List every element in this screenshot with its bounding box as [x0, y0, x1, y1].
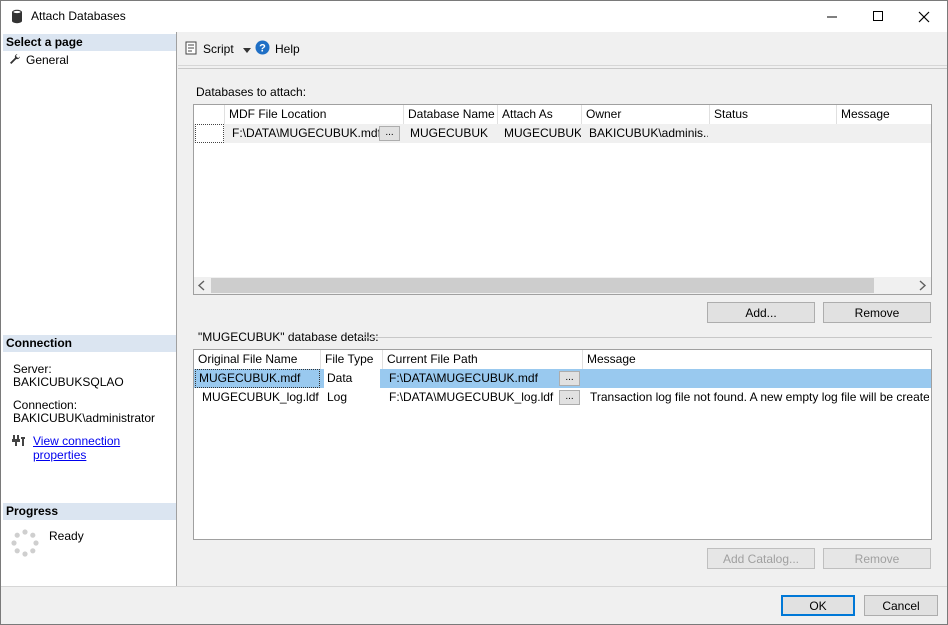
- table-row[interactable]: MUGECUBUK.mdf Data F:\DATA\MUGECUBUK.mdf…: [194, 369, 931, 388]
- column-header-mdf-file-location[interactable]: MDF File Location: [225, 105, 404, 124]
- original-file-name-cell[interactable]: MUGECUBUK.mdf: [195, 369, 320, 388]
- details-separator: [361, 337, 932, 338]
- browse-file-path-button[interactable]: ...: [559, 371, 580, 386]
- maximize-button[interactable]: [855, 1, 901, 32]
- progress-status: Ready: [49, 529, 84, 543]
- column-header-attach-as[interactable]: Attach As: [498, 105, 582, 124]
- scrollbar-thumb[interactable]: [211, 278, 874, 293]
- message-cell: Transaction log file not found. A new em…: [590, 390, 929, 404]
- database-details-label: "MUGECUBUK" database details:: [198, 330, 379, 344]
- databases-grid[interactable]: MDF File Location Database Name Attach A…: [193, 104, 932, 295]
- connection-properties-icon: [12, 434, 26, 450]
- remove-file-button[interactable]: Remove: [823, 548, 931, 569]
- server-label: Server:: [13, 362, 52, 376]
- database-icon: [11, 9, 23, 27]
- column-header-message[interactable]: Message: [583, 350, 931, 369]
- table-row[interactable]: MUGECUBUK_log.ldf Log F:\DATA\MUGECUBUK_…: [194, 388, 931, 407]
- database-name-cell[interactable]: MUGECUBUK: [407, 124, 497, 143]
- script-label: Script: [203, 42, 234, 56]
- file-type-cell[interactable]: Log: [324, 388, 380, 407]
- original-file-name-cell[interactable]: MUGECUBUK_log.ldf: [199, 388, 321, 407]
- owner-cell[interactable]: BAKICUBUK\adminis...: [586, 124, 708, 143]
- left-pane: Select a page General Connection Server:…: [1, 32, 177, 586]
- column-header-current-file-path[interactable]: Current File Path: [383, 350, 583, 369]
- browse-file-path-button[interactable]: ...: [559, 390, 580, 405]
- help-label: Help: [275, 42, 300, 56]
- window-title: Attach Databases: [31, 9, 126, 23]
- message-cell: [587, 369, 927, 388]
- column-header-row-selector: [194, 105, 225, 124]
- connection-header: Connection: [3, 335, 176, 352]
- column-header-database-name[interactable]: Database Name: [404, 105, 498, 124]
- current-file-path-cell[interactable]: F:\DATA\MUGECUBUK_log.ldf: [386, 388, 556, 407]
- scroll-right-arrow-icon[interactable]: [916, 280, 928, 291]
- add-database-button[interactable]: Add...: [707, 302, 815, 323]
- details-grid[interactable]: Original File Name File Type Current Fil…: [193, 349, 932, 540]
- remove-database-button[interactable]: Remove: [823, 302, 931, 323]
- current-file-path-cell[interactable]: F:\DATA\MUGECUBUK.mdf: [386, 369, 556, 388]
- attach-as-cell[interactable]: MUGECUBUK: [501, 124, 581, 143]
- page-item-general[interactable]: General: [9, 52, 69, 68]
- column-header-message[interactable]: Message: [837, 105, 931, 124]
- select-page-header: Select a page: [3, 34, 176, 51]
- script-button[interactable]: Script: [184, 40, 251, 58]
- message-cell: [840, 124, 930, 143]
- wrench-icon: [9, 53, 23, 68]
- script-icon: [184, 41, 198, 58]
- connection-value: BAKICUBUK\administrator: [13, 411, 156, 425]
- general-page-content: Databases to attach: MDF File Location D…: [178, 68, 947, 586]
- minimize-button[interactable]: [809, 1, 855, 32]
- close-button[interactable]: [901, 1, 947, 32]
- column-header-original-file-name[interactable]: Original File Name: [194, 350, 321, 369]
- dropdown-arrow-icon: [242, 42, 251, 56]
- cancel-button[interactable]: Cancel: [864, 595, 938, 616]
- mdf-file-location-cell[interactable]: F:\DATA\MUGECUBUK.mdf: [229, 124, 379, 143]
- column-header-owner[interactable]: Owner: [582, 105, 710, 124]
- view-connection-properties-link[interactable]: View connection properties: [33, 434, 176, 462]
- databases-to-attach-label: Databases to attach:: [196, 85, 307, 99]
- scroll-left-arrow-icon[interactable]: [196, 280, 208, 291]
- help-button[interactable]: ? Help: [255, 40, 300, 58]
- page-item-label: General: [26, 53, 69, 67]
- attach-databases-dialog: Attach Databases Select a page General C…: [0, 0, 948, 625]
- column-header-file-type[interactable]: File Type: [321, 350, 383, 369]
- ok-button[interactable]: OK: [781, 595, 855, 616]
- svg-text:?: ?: [259, 43, 266, 55]
- server-value: BAKICUBUKSQLAO: [13, 375, 124, 389]
- table-row[interactable]: F:\DATA\MUGECUBUK.mdf ... MUGECUBUK MUGE…: [194, 124, 931, 143]
- help-icon: ?: [255, 40, 270, 58]
- title-bar: Attach Databases: [1, 1, 947, 32]
- toolbar: Script ? Help: [178, 32, 947, 66]
- connection-label: Connection:: [13, 398, 78, 412]
- file-type-cell[interactable]: Data: [324, 369, 380, 388]
- browse-mdf-button[interactable]: ...: [379, 126, 400, 141]
- add-catalog-button[interactable]: Add Catalog...: [707, 548, 815, 569]
- column-header-status[interactable]: Status: [710, 105, 837, 124]
- progress-header: Progress: [3, 503, 176, 520]
- right-pane: Script ? Help Databases to attach: MDF F…: [178, 32, 947, 586]
- progress-spinner-icon: [11, 529, 39, 560]
- row-selector-cell[interactable]: [195, 124, 224, 143]
- status-cell: [713, 124, 833, 143]
- horizontal-scrollbar[interactable]: [194, 277, 931, 294]
